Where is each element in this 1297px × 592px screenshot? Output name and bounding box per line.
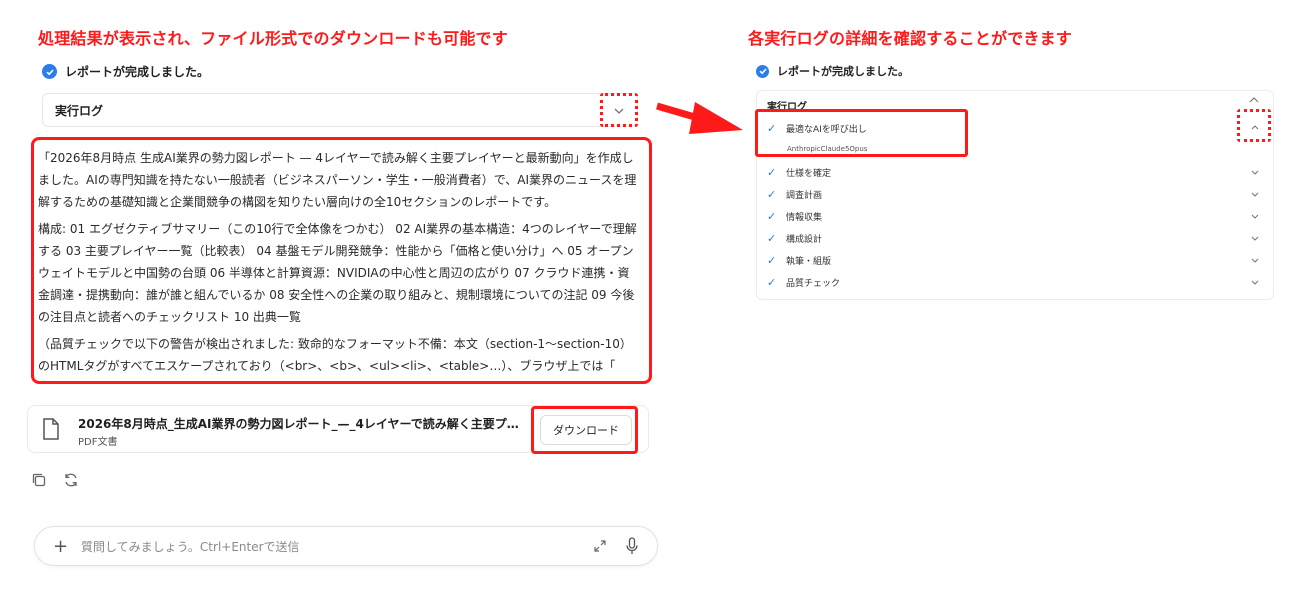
step-label: 調査計画 xyxy=(786,191,823,201)
step-label: 構成設計 xyxy=(786,235,823,245)
execution-log-title: 実行ログ xyxy=(55,103,104,118)
chevron-down-icon[interactable] xyxy=(1251,170,1259,175)
file-type: PDF文書 xyxy=(78,437,118,448)
report-paragraph: 構成: 01 エグゼクティブサマリー（この10行で全体像をつかむ） 02 AI業… xyxy=(38,222,637,324)
status-text: レポートが完成しました。 xyxy=(65,65,210,79)
annotation-dotted-box-expand xyxy=(600,93,638,127)
report-paragraph: （品質チェックで以下の警告が検出されました: 致命的なフォーマット不備：本文（s… xyxy=(38,337,632,373)
step-label: 執筆・組版 xyxy=(786,257,832,267)
completion-status: レポートが完成しました。 xyxy=(42,63,209,80)
report-body: 「2026年8月時点 生成AI業界の勢力図レポート — 4レイヤーで読み解く主要… xyxy=(38,147,638,382)
check-circle-icon xyxy=(42,64,57,79)
annotation-heading-left: 処理結果が表示され、ファイル形式でのダウンロードも可能です xyxy=(38,29,508,48)
chevron-down-icon[interactable] xyxy=(1251,236,1259,241)
log-step-info-gathering[interactable]: ✓ 情報収集 xyxy=(767,210,822,223)
message-actions xyxy=(30,471,80,489)
annotation-box-step-detail xyxy=(755,109,968,157)
chat-input-bar: + xyxy=(34,526,658,566)
execution-log-header[interactable]: 実行ログ xyxy=(42,93,638,127)
chevron-down-icon[interactable] xyxy=(1251,192,1259,197)
status-text: レポートが完成しました。 xyxy=(777,65,909,78)
checkmark-icon: ✓ xyxy=(767,188,777,201)
right-completion-status: レポートが完成しました。 xyxy=(756,63,909,79)
step-label: 品質チェック xyxy=(786,279,841,289)
document-icon xyxy=(43,418,59,440)
regenerate-icon[interactable] xyxy=(62,471,80,489)
step-label: 情報収集 xyxy=(786,213,823,223)
checkmark-icon: ✓ xyxy=(767,166,777,179)
log-step-writing[interactable]: ✓ 執筆・組版 xyxy=(767,254,831,267)
check-circle-icon xyxy=(756,64,769,78)
copy-icon[interactable] xyxy=(30,471,48,489)
step-label: 仕様を確定 xyxy=(786,169,832,179)
annotation-heading-right: 各実行ログの詳細を確認することができます xyxy=(748,29,1073,48)
chevron-up-icon[interactable] xyxy=(1249,97,1259,103)
report-paragraph: 「2026年8月時点 生成AI業界の勢力図レポート — 4レイヤーで読み解く主要… xyxy=(38,151,637,209)
log-step-research-plan[interactable]: ✓ 調査計画 xyxy=(767,188,822,201)
chevron-down-icon[interactable] xyxy=(1251,258,1259,263)
file-name: 2026年8月時点_生成AI業界の勢力図レポート_—_4レイヤーで読み解く主要プ… xyxy=(78,417,523,431)
expand-icon[interactable] xyxy=(593,539,607,553)
checkmark-icon: ✓ xyxy=(767,276,777,289)
annotation-arrow-icon xyxy=(656,102,743,134)
chevron-down-icon[interactable] xyxy=(1251,214,1259,219)
checkmark-icon: ✓ xyxy=(767,232,777,245)
log-step-structure[interactable]: ✓ 構成設計 xyxy=(767,232,822,245)
checkmark-icon: ✓ xyxy=(767,210,777,223)
checkmark-icon: ✓ xyxy=(767,254,777,267)
chevron-down-icon[interactable] xyxy=(1251,280,1259,285)
chat-input[interactable] xyxy=(81,537,561,557)
microphone-icon[interactable] xyxy=(625,537,639,555)
log-step-quality-check[interactable]: ✓ 品質チェック xyxy=(767,276,840,289)
log-step-spec[interactable]: ✓ 仕様を確定 xyxy=(767,166,831,179)
plus-icon[interactable]: + xyxy=(53,536,68,557)
annotation-box-download xyxy=(531,406,638,454)
annotation-dotted-box-collapse xyxy=(1237,109,1271,142)
